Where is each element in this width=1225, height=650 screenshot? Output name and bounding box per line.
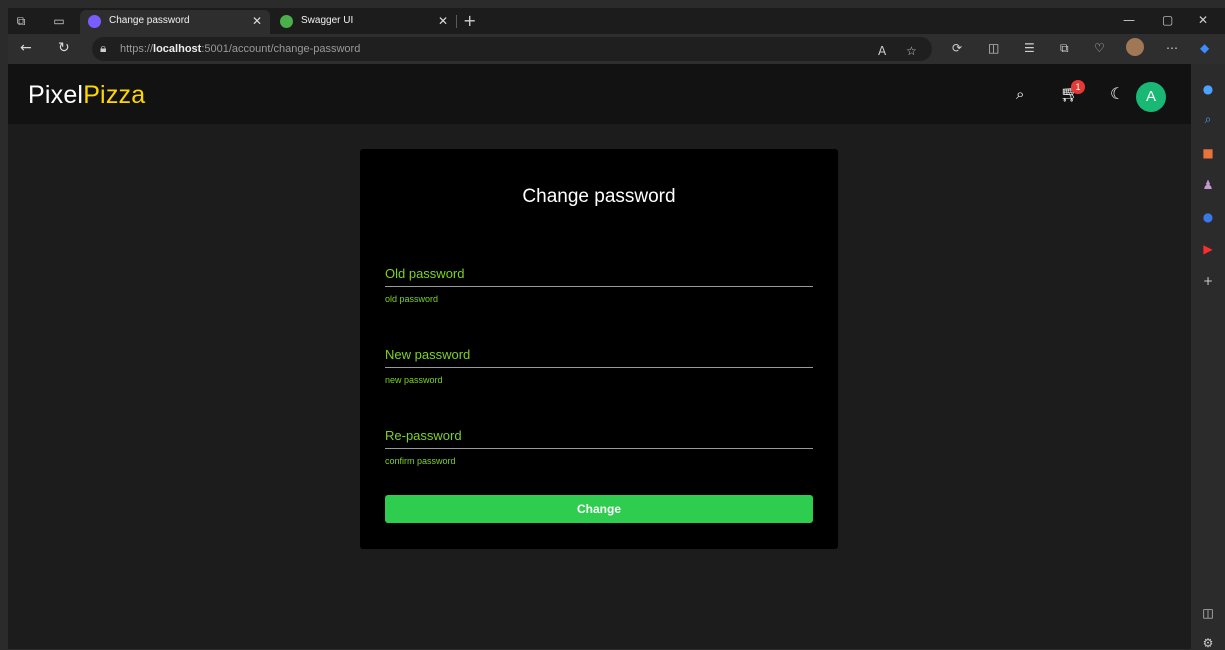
- moon-icon[interactable]: ☾: [1110, 84, 1124, 103]
- avatar[interactable]: A: [1136, 82, 1166, 112]
- tab-strip: ⧉ ▭ Change password ✕ Swagger UI ✕ + — ▢…: [8, 8, 1225, 34]
- close-window-icon[interactable]: ✕: [1198, 13, 1208, 27]
- split-screen-icon[interactable]: ◫: [988, 41, 999, 55]
- browser-window: ⧉ ▭ Change password ✕ Swagger UI ✕ + — ▢…: [8, 8, 1225, 650]
- input-underline: [385, 448, 813, 449]
- old-password-field[interactable]: Old password old password: [385, 266, 813, 304]
- new-password-field[interactable]: New password new password: [385, 347, 813, 385]
- hide-sidebar-icon[interactable]: ◫: [1201, 606, 1215, 620]
- settings-gear-icon[interactable]: ⚙: [1201, 636, 1215, 650]
- lock-icon[interactable]: 🔒︎: [100, 41, 106, 56]
- change-button[interactable]: Change: [385, 495, 813, 523]
- tab-swagger-ui[interactable]: Swagger UI ✕: [272, 10, 456, 34]
- old-password-input[interactable]: [385, 266, 813, 286]
- back-icon[interactable]: ←: [20, 40, 32, 56]
- sidebar-rail: ● ⌕ ■ ♟ ● ▶ + ◫ ⚙: [1191, 64, 1225, 650]
- input-underline: [385, 367, 813, 368]
- tab-title: Change password: [109, 15, 190, 26]
- re-password-field[interactable]: Re-password confirm password: [385, 428, 813, 466]
- new-password-input[interactable]: [385, 347, 813, 367]
- page-title: Change password: [522, 186, 676, 207]
- restore-icon[interactable]: ▢: [1162, 13, 1173, 27]
- workspaces-icon[interactable]: ⧉: [14, 14, 28, 28]
- collections-icon[interactable]: ⧉: [1060, 41, 1069, 56]
- shopping-icon[interactable]: ■: [1201, 146, 1215, 160]
- close-tab-icon[interactable]: ✕: [438, 14, 448, 28]
- input-underline: [385, 286, 813, 287]
- notification-icon[interactable]: ●: [1201, 82, 1215, 96]
- url-text[interactable]: https://localhost:5001/account/change-pa…: [120, 43, 360, 55]
- profile-avatar-icon[interactable]: [1126, 38, 1144, 56]
- close-tab-icon[interactable]: ✕: [252, 14, 262, 28]
- games-icon[interactable]: ●: [1201, 210, 1215, 224]
- change-password-card: Change password Old password old passwor…: [360, 149, 838, 549]
- youtube-icon[interactable]: ▶: [1201, 242, 1215, 256]
- new-tab-icon[interactable]: +: [463, 11, 476, 30]
- copilot-icon[interactable]: ◆: [1200, 41, 1209, 55]
- old-password-hint: old password: [385, 294, 439, 304]
- favorite-star-icon[interactable]: ☆: [906, 44, 917, 58]
- read-aloud-icon[interactable]: A: [878, 44, 886, 58]
- tab-actions-icon[interactable]: ▭: [52, 14, 66, 28]
- page-content: PixelPizza ⌕ 🛒︎ 1 ☾ A Change password Ol…: [8, 64, 1191, 649]
- tools-icon[interactable]: ♟: [1201, 178, 1215, 192]
- search-icon[interactable]: ⌕: [1016, 85, 1024, 103]
- new-password-hint: new password: [385, 375, 443, 385]
- add-sidebar-icon[interactable]: +: [1201, 274, 1215, 288]
- tab-title: Swagger UI: [301, 15, 354, 26]
- pixelpizza-logo[interactable]: PixelPizza: [28, 81, 145, 110]
- cart-count-badge: 1: [1071, 80, 1085, 94]
- app-header: PixelPizza ⌕ 🛒︎ 1 ☾ A: [8, 64, 1191, 124]
- more-options-icon[interactable]: ⋯: [1166, 41, 1178, 55]
- app-favicon-icon: [88, 15, 101, 28]
- tab-separator: [456, 15, 457, 28]
- minimize-icon[interactable]: —: [1123, 13, 1135, 27]
- re-password-input[interactable]: [385, 428, 813, 448]
- re-password-hint: confirm password: [385, 456, 456, 466]
- favorites-icon[interactable]: ☰: [1024, 41, 1035, 55]
- browser-essentials-icon[interactable]: ♡: [1094, 41, 1105, 55]
- extension-icon[interactable]: ⟳: [952, 41, 962, 55]
- refresh-icon[interactable]: ↻: [58, 40, 70, 56]
- tab-change-password[interactable]: Change password ✕: [80, 10, 270, 34]
- address-bar[interactable]: 🔒︎ https://localhost:5001/account/change…: [92, 37, 932, 61]
- browser-toolbar: ← ↻ 🔒︎ https://localhost:5001/account/ch…: [8, 34, 1225, 64]
- search-sidebar-icon[interactable]: ⌕: [1201, 112, 1215, 126]
- swagger-favicon-icon: [280, 15, 293, 28]
